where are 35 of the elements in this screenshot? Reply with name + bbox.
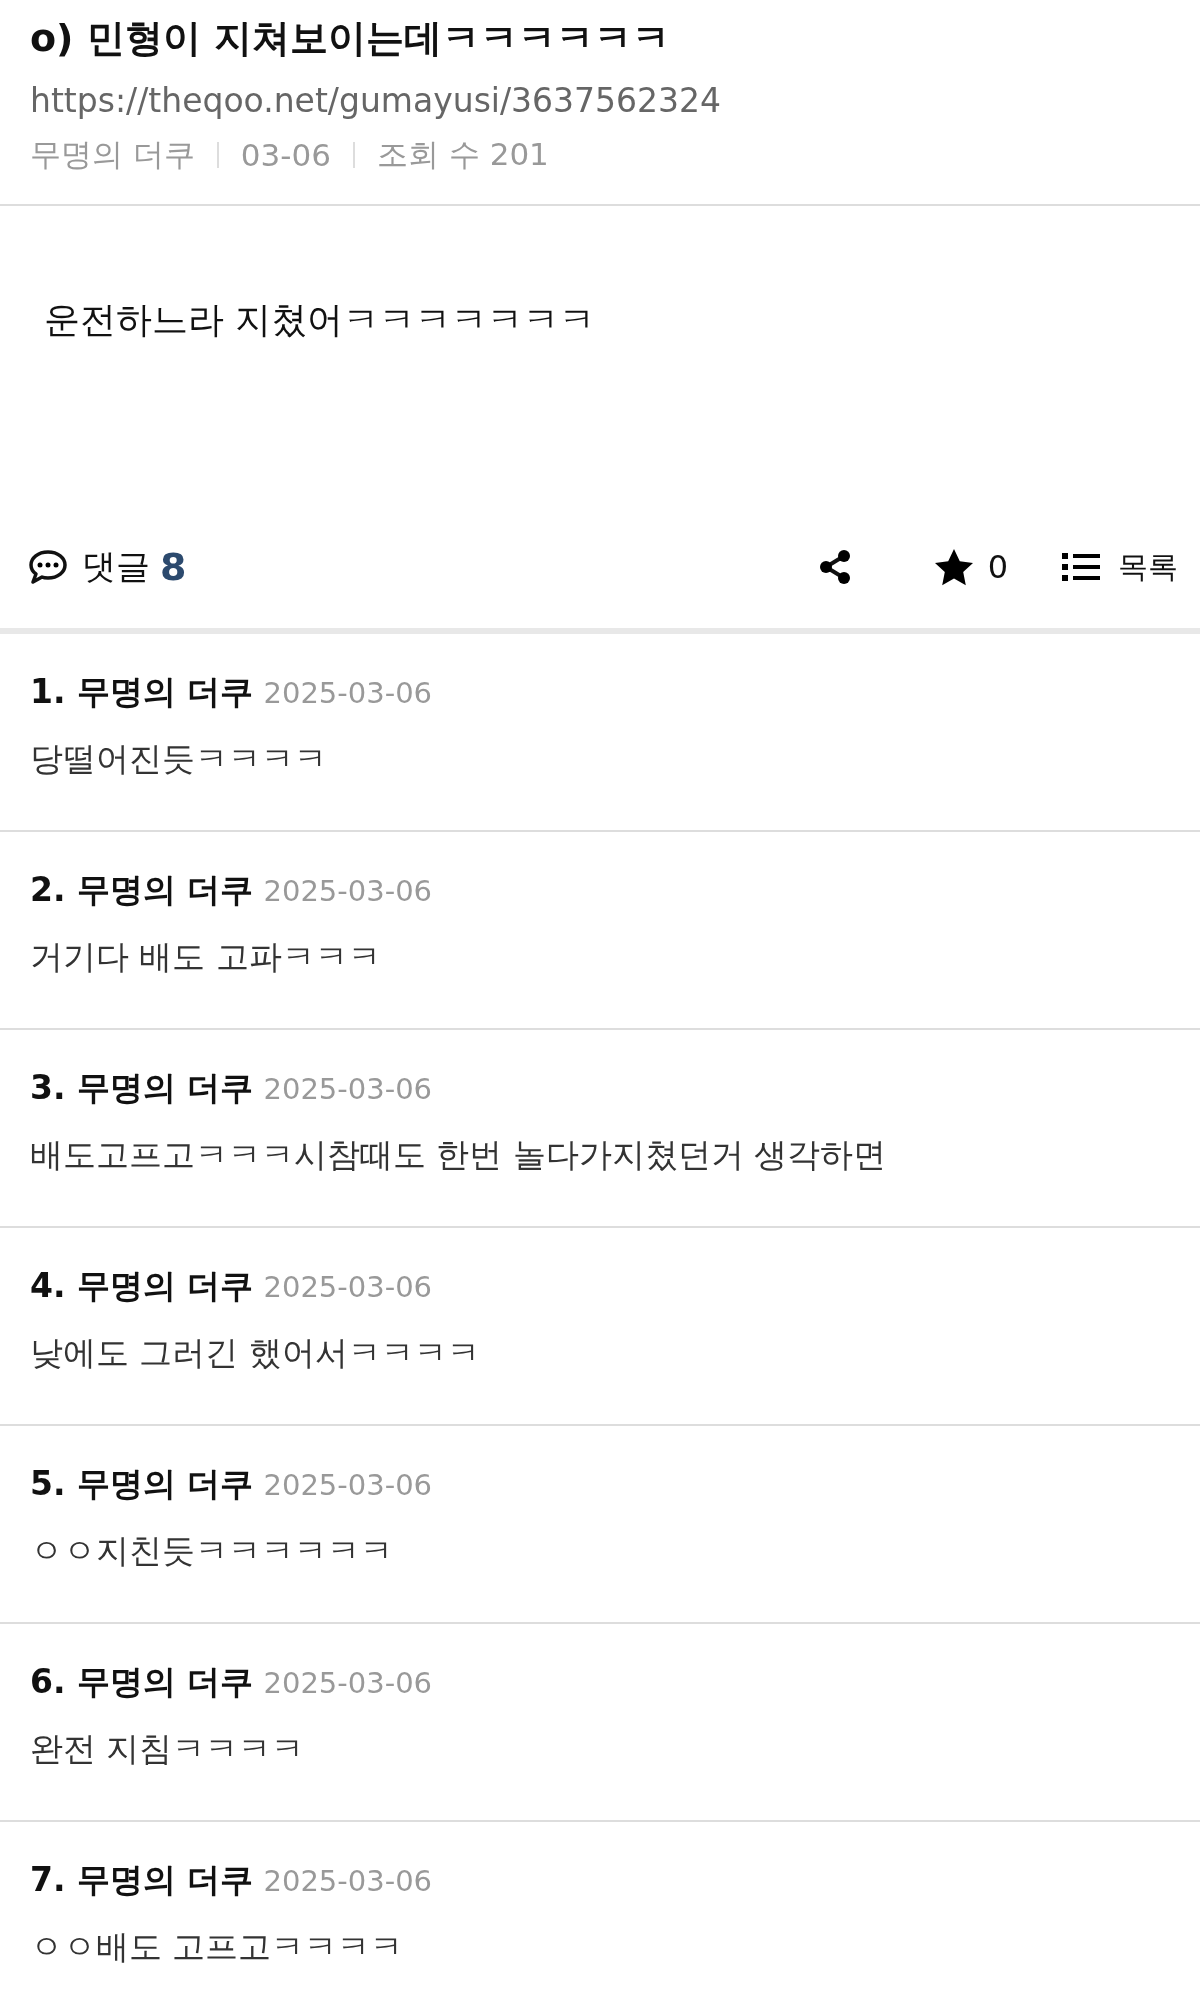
comment-author: 2. 무명의 더쿠 — [30, 869, 254, 912]
comment-count: 8 — [160, 545, 187, 590]
comment-author: 6. 무명의 더쿠 — [30, 1661, 254, 1704]
comment-date: 2025-03-06 — [263, 1666, 433, 1701]
comment-text: 낮에도 그러긴 했어서ㅋㅋㅋㅋ — [30, 1332, 481, 1375]
comment-date: 2025-03-06 — [263, 676, 433, 711]
star-count: 0 — [987, 548, 1008, 587]
comment-date: 2025-03-06 — [263, 1270, 433, 1305]
comment-date: 2025-03-06 — [263, 874, 433, 909]
star-icon[interactable] — [933, 548, 974, 587]
post-title: o) 민형이 지쳐보이는데ㅋㅋㅋㅋㅋㅋ — [30, 15, 671, 62]
speech-bubble-icon — [28, 549, 68, 586]
comment-author: 1. 무명의 더쿠 — [30, 671, 254, 714]
list-link[interactable]: 목록 — [1118, 546, 1178, 588]
comments-label: 댓글 — [82, 545, 150, 589]
comment-author: 5. 무명의 더쿠 — [30, 1463, 254, 1506]
comment-author: 7. 무명의 더쿠 — [30, 1859, 254, 1902]
comment-date: 2025-03-06 — [263, 1072, 433, 1107]
view-count: 조회 수 201 — [376, 135, 549, 175]
comment-author: 3. 무명의 더쿠 — [30, 1067, 254, 1110]
comment-text: ㅇㅇ지친듯ㅋㅋㅋㅋㅋㅋ — [30, 1530, 394, 1573]
list-icon[interactable] — [1062, 552, 1100, 583]
comment-date: 2025-03-06 — [263, 1468, 433, 1503]
comment-text: ㅇㅇ배도 고프고ㅋㅋㅋㅋ — [30, 1926, 405, 1969]
post-url[interactable]: https://theqoo.net/gumayusi/3637562324 — [30, 81, 1170, 121]
comment-text: 거기다 배도 고파ㅋㅋㅋ — [30, 936, 382, 979]
comment-text: 당떨어진듯ㅋㅋㅋㅋ — [30, 738, 328, 781]
comment-date: 2025-03-06 — [263, 1864, 433, 1899]
comment-text: 완전 지침ㅋㅋㅋㅋ — [30, 1728, 306, 1771]
comment-author: 4. 무명의 더쿠 — [30, 1265, 254, 1308]
share-icon[interactable] — [817, 549, 852, 586]
post-date: 03-06 — [240, 137, 331, 174]
comment-text: 배도고프고ㅋㅋㅋ시참때도 한번 놀다가지쳤던거 생각하면 — [30, 1134, 888, 1177]
post-body: 운전하느라 지쳤어ㅋㅋㅋㅋㅋㅋㅋ — [44, 299, 596, 341]
author-name: 무명의 더쿠 — [30, 135, 195, 175]
